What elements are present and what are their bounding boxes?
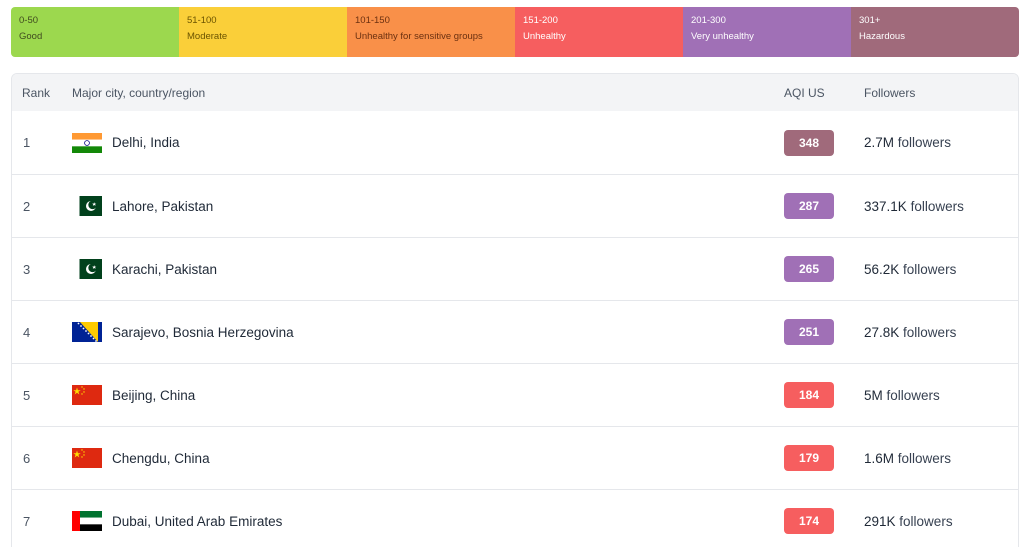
- followers-word: followers: [897, 135, 952, 150]
- followers-word: followers: [910, 198, 964, 214]
- table-body: 1 Delhi, India 348 2.7M followers 2 Lahore, P…: [12, 111, 1018, 547]
- legend-label: Hazardous: [859, 31, 905, 42]
- row-aqi-badge: 179: [784, 445, 834, 471]
- legend-segment: 0-50 Good: [11, 7, 179, 57]
- legend-range: 151-200: [523, 15, 558, 26]
- bosnia-flag-icon: [72, 322, 102, 342]
- followers-count: 337.1K: [864, 198, 907, 214]
- followers-word: followers: [903, 261, 957, 277]
- legend-range: 101-150: [355, 15, 390, 26]
- followers-word: followers: [897, 450, 952, 466]
- row-rank: 3: [23, 261, 31, 277]
- row-followers: 2.7M followers: [864, 135, 951, 150]
- header-rank[interactable]: Rank: [22, 86, 50, 100]
- legend-segment: 51-100 Moderate: [179, 7, 347, 57]
- followers-count: 1.6M: [864, 450, 895, 466]
- row-aqi-badge: 184: [784, 382, 834, 408]
- legend-segment: 201-300 Very unhealthy: [683, 7, 851, 57]
- row-city-link[interactable]: Delhi, India: [112, 135, 180, 150]
- pakistan-flag-icon: [72, 196, 102, 216]
- followers-count: 56.2K: [864, 261, 900, 277]
- row-rank: 4: [23, 324, 31, 340]
- legend-segment: 301+ Hazardous: [851, 7, 1019, 57]
- city-ranking-table: Rank Major city, country/region AQI US F…: [11, 73, 1019, 547]
- uae-flag-icon: [72, 511, 102, 531]
- legend-segment: 101-150 Unhealthy for sensitive groups: [347, 7, 515, 57]
- row-followers: 5M followers: [864, 388, 940, 403]
- legend-range: 201-300: [691, 15, 726, 26]
- followers-count: 2.7M: [864, 135, 895, 150]
- table-row[interactable]: 6 Chengdu, China 179 1.6M followers: [12, 426, 1018, 489]
- row-aqi-badge: 251: [784, 319, 834, 345]
- followers-word: followers: [886, 387, 940, 403]
- row-aqi-badge: 265: [784, 256, 834, 282]
- china-flag-icon: [72, 448, 102, 468]
- followers-count: 5M: [864, 387, 883, 403]
- followers-count: 291K: [864, 513, 896, 529]
- legend-range: 301+: [859, 15, 881, 26]
- table-row[interactable]: 3 Karachi, Pakistan 265 56.2K followers: [12, 237, 1018, 300]
- table-row[interactable]: 2 Lahore, Pakistan 287 337.1K followers: [12, 174, 1018, 237]
- pakistan-flag-icon: [72, 259, 102, 279]
- followers-count: 27.8K: [864, 324, 900, 340]
- header-aqi[interactable]: AQI US: [784, 86, 825, 100]
- row-rank: 5: [23, 387, 31, 403]
- header-city[interactable]: Major city, country/region: [72, 86, 205, 100]
- legend-label: Very unhealthy: [691, 31, 754, 42]
- row-city-link[interactable]: Beijing, China: [112, 388, 195, 403]
- row-rank: 1: [23, 135, 31, 150]
- followers-word: followers: [903, 324, 957, 340]
- row-followers: 291K followers: [864, 514, 953, 529]
- row-followers: 1.6M followers: [864, 451, 951, 466]
- legend-label: Unhealthy for sensitive groups: [355, 31, 483, 42]
- header-followers[interactable]: Followers: [864, 86, 915, 100]
- legend-range: 51-100: [187, 15, 217, 26]
- table-row[interactable]: 5 Beijing, China 184 5M followers: [12, 363, 1018, 426]
- legend-label: Unhealthy: [523, 31, 566, 42]
- row-rank: 6: [23, 450, 31, 466]
- row-followers: 56.2K followers: [864, 262, 956, 277]
- row-followers: 337.1K followers: [864, 199, 964, 214]
- row-rank: 7: [23, 513, 31, 529]
- row-followers: 27.8K followers: [864, 325, 956, 340]
- table-row[interactable]: 4 Sarajevo, Bosnia Herzegovina 251 27.8K fo…: [12, 300, 1018, 363]
- legend-range: 0-50: [19, 15, 39, 26]
- china-flag-icon: [72, 385, 102, 405]
- followers-word: followers: [899, 513, 953, 529]
- aqi-legend: 0-50 Good 51-100 Moderate 101-150 Unhealthy f…: [11, 7, 1019, 57]
- row-aqi-badge: 287: [784, 193, 834, 219]
- row-city-link[interactable]: Sarajevo, Bosnia Herzegovina: [112, 325, 294, 340]
- row-rank: 2: [23, 198, 31, 214]
- legend-label: Moderate: [187, 31, 228, 42]
- table-row[interactable]: 7 Dubai, United Arab Emirates 174 291K foll…: [12, 489, 1018, 547]
- row-aqi-badge: 174: [784, 508, 834, 534]
- legend-label: Good: [19, 31, 43, 42]
- row-aqi-badge: 348: [784, 129, 834, 156]
- row-city-link[interactable]: Karachi, Pakistan: [112, 262, 217, 277]
- row-city-link[interactable]: Dubai, United Arab Emirates: [112, 514, 282, 529]
- row-city-link[interactable]: Chengdu, China: [112, 451, 210, 466]
- table-row[interactable]: 1 Delhi, India 348 2.7M followers: [12, 111, 1018, 174]
- india-flag-icon: [72, 132, 102, 153]
- table-header: Rank Major city, country/region AQI US F…: [12, 74, 1018, 111]
- legend-segment: 151-200 Unhealthy: [515, 7, 683, 57]
- row-city-link[interactable]: Lahore, Pakistan: [112, 199, 213, 214]
